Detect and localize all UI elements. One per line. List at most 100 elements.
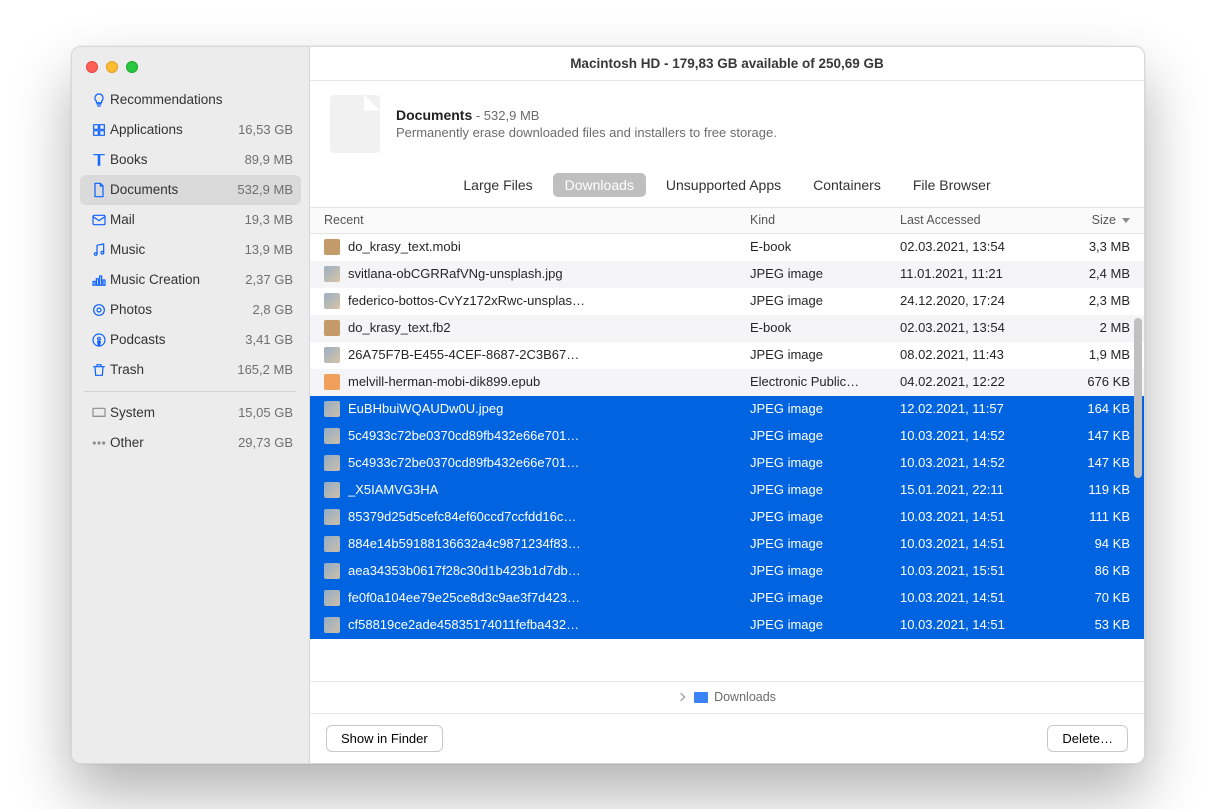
file-size: 676 KB bbox=[1050, 374, 1130, 389]
file-name: do_krasy_text.fb2 bbox=[348, 320, 451, 335]
sidebar-item-system[interactable]: System15,05 GB bbox=[80, 398, 301, 428]
table-row[interactable]: svitlana-obCGRRafVNg-unsplash.jpgJPEG im… bbox=[310, 261, 1144, 288]
category-size: - 532,9 MB bbox=[476, 108, 540, 123]
table-row[interactable]: do_krasy_text.fb2E-book02.03.2021, 13:54… bbox=[310, 315, 1144, 342]
system-icon bbox=[88, 405, 110, 421]
sidebar-item-applications[interactable]: Applications16,53 GB bbox=[80, 115, 301, 145]
file-last-accessed: 15.01.2021, 22:11 bbox=[900, 482, 1050, 497]
file-thumbnail-icon bbox=[324, 482, 340, 498]
zoom-window-button[interactable] bbox=[126, 61, 138, 73]
sidebar-item-music-creation[interactable]: Music Creation2,37 GB bbox=[80, 265, 301, 295]
sidebar-item-label: Applications bbox=[110, 122, 238, 137]
sidebar-item-other[interactable]: Other29,73 GB bbox=[80, 428, 301, 458]
file-name: melvill-herman-mobi-dik899.epub bbox=[348, 374, 540, 389]
file-thumbnail-icon bbox=[324, 293, 340, 309]
file-size: 2,3 MB bbox=[1050, 293, 1130, 308]
table-row[interactable]: fe0f0a104ee79e25ce8d3c9ae3f7d423…JPEG im… bbox=[310, 585, 1144, 612]
scrollbar[interactable] bbox=[1134, 318, 1142, 478]
column-last-accessed[interactable]: Last Accessed bbox=[900, 213, 1050, 227]
file-table[interactable]: Recent Kind Last Accessed Size do_krasy_… bbox=[310, 207, 1144, 681]
category-header: Documents - 532,9 MB Permanently erase d… bbox=[310, 81, 1144, 167]
tab-downloads[interactable]: Downloads bbox=[553, 173, 646, 197]
table-row[interactable]: 26A75F7B-E455-4CEF-8687-2C3B67…JPEG imag… bbox=[310, 342, 1144, 369]
table-row[interactable]: aea34353b0617f28c30d1b423b1d7db…JPEG ima… bbox=[310, 558, 1144, 585]
file-kind: JPEG image bbox=[750, 455, 900, 470]
table-row[interactable]: 85379d25d5cefc84ef60ccd7ccfdd16c…JPEG im… bbox=[310, 504, 1144, 531]
table-row[interactable]: 5c4933c72be0370cd89fb432e66e701…JPEG ima… bbox=[310, 423, 1144, 450]
sidebar-item-recommendations[interactable]: Recommendations bbox=[80, 85, 301, 115]
tab-large-files[interactable]: Large Files bbox=[451, 173, 544, 197]
sidebar: Recommendations Applications16,53 GBBooks… bbox=[72, 47, 310, 763]
file-size: 111 KB bbox=[1050, 509, 1130, 524]
file-kind: JPEG image bbox=[750, 536, 900, 551]
table-row[interactable]: do_krasy_text.mobiE-book02.03.2021, 13:5… bbox=[310, 234, 1144, 261]
column-kind[interactable]: Kind bbox=[750, 213, 900, 227]
trash-icon bbox=[88, 362, 110, 378]
file-size: 147 KB bbox=[1050, 428, 1130, 443]
file-kind: JPEG image bbox=[750, 590, 900, 605]
file-size: 164 KB bbox=[1050, 401, 1130, 416]
column-size[interactable]: Size bbox=[1050, 213, 1130, 227]
sidebar-item-books[interactable]: Books89,9 MB bbox=[80, 145, 301, 175]
sidebar-item-size: 165,2 MB bbox=[237, 362, 293, 377]
file-name: EuBHbuiWQAUDw0U.jpeg bbox=[348, 401, 503, 416]
sidebar-item-label: Podcasts bbox=[110, 332, 245, 347]
file-last-accessed: 10.03.2021, 14:52 bbox=[900, 428, 1050, 443]
column-recent[interactable]: Recent bbox=[324, 213, 750, 227]
tab-containers[interactable]: Containers bbox=[801, 173, 893, 197]
table-row[interactable]: 5c4933c72be0370cd89fb432e66e701…JPEG ima… bbox=[310, 450, 1144, 477]
file-kind: JPEG image bbox=[750, 293, 900, 308]
tab-unsupported-apps[interactable]: Unsupported Apps bbox=[654, 173, 793, 197]
file-thumbnail-icon bbox=[324, 455, 340, 471]
file-size: 70 KB bbox=[1050, 590, 1130, 605]
file-thumbnail-icon bbox=[324, 401, 340, 417]
file-last-accessed: 10.03.2021, 14:51 bbox=[900, 509, 1050, 524]
file-thumbnail-icon bbox=[324, 617, 340, 633]
apps-icon bbox=[88, 122, 110, 138]
file-kind: E-book bbox=[750, 320, 900, 335]
music-icon bbox=[88, 242, 110, 258]
file-size: 2 MB bbox=[1050, 320, 1130, 335]
file-name: 85379d25d5cefc84ef60ccd7ccfdd16c… bbox=[348, 509, 576, 524]
sidebar-item-label: Mail bbox=[110, 212, 245, 227]
minimize-window-button[interactable] bbox=[106, 61, 118, 73]
table-row[interactable]: _X5IAMVG3HAJPEG image15.01.2021, 22:1111… bbox=[310, 477, 1144, 504]
close-window-button[interactable] bbox=[86, 61, 98, 73]
table-row[interactable]: cf58819ce2ade45835174011fefba432…JPEG im… bbox=[310, 612, 1144, 639]
file-thumbnail-icon bbox=[324, 239, 340, 255]
sidebar-item-label: Recommendations bbox=[110, 92, 293, 107]
mail-icon bbox=[88, 212, 110, 228]
sidebar-item-mail[interactable]: Mail19,3 MB bbox=[80, 205, 301, 235]
sidebar-item-label: Documents bbox=[110, 182, 237, 197]
other-icon bbox=[88, 435, 110, 451]
sidebar-item-label: System bbox=[110, 405, 238, 420]
file-name: 26A75F7B-E455-4CEF-8687-2C3B67… bbox=[348, 347, 579, 362]
file-last-accessed: 10.03.2021, 14:51 bbox=[900, 536, 1050, 551]
show-in-finder-button[interactable]: Show in Finder bbox=[326, 725, 443, 752]
sidebar-item-music[interactable]: Music13,9 MB bbox=[80, 235, 301, 265]
sidebar-item-podcasts[interactable]: Podcasts3,41 GB bbox=[80, 325, 301, 355]
sidebar-item-size: 532,9 MB bbox=[237, 182, 293, 197]
file-size: 1,9 MB bbox=[1050, 347, 1130, 362]
file-size: 3,3 MB bbox=[1050, 239, 1130, 254]
sidebar-item-documents[interactable]: Documents532,9 MB bbox=[80, 175, 301, 205]
file-kind: E-book bbox=[750, 239, 900, 254]
file-size: 53 KB bbox=[1050, 617, 1130, 632]
document-icon bbox=[330, 95, 380, 153]
table-row[interactable]: federico-bottos-CvYz172xRwc-unsplas… JPEG… bbox=[310, 288, 1144, 315]
bottom-toolbar: Show in Finder Delete… bbox=[310, 713, 1144, 763]
sidebar-item-label: Trash bbox=[110, 362, 237, 377]
file-thumbnail-icon bbox=[324, 428, 340, 444]
table-row[interactable]: EuBHbuiWQAUDw0U.jpegJPEG image12.02.2021… bbox=[310, 396, 1144, 423]
file-thumbnail-icon bbox=[324, 563, 340, 579]
file-kind: JPEG image bbox=[750, 266, 900, 281]
sidebar-item-trash[interactable]: Trash165,2 MB bbox=[80, 355, 301, 385]
delete-button[interactable]: Delete… bbox=[1047, 725, 1128, 752]
table-row[interactable]: melvill-herman-mobi-dik899.epubElectroni… bbox=[310, 369, 1144, 396]
file-size: 94 KB bbox=[1050, 536, 1130, 551]
tab-file-browser[interactable]: File Browser bbox=[901, 173, 1003, 197]
file-name: federico-bottos-CvYz172xRwc-unsplas… bbox=[348, 293, 585, 308]
sidebar-item-photos[interactable]: Photos2,8 GB bbox=[80, 295, 301, 325]
file-kind: JPEG image bbox=[750, 482, 900, 497]
table-row[interactable]: 884e14b59188136632a4c9871234f83…JPEG ima… bbox=[310, 531, 1144, 558]
